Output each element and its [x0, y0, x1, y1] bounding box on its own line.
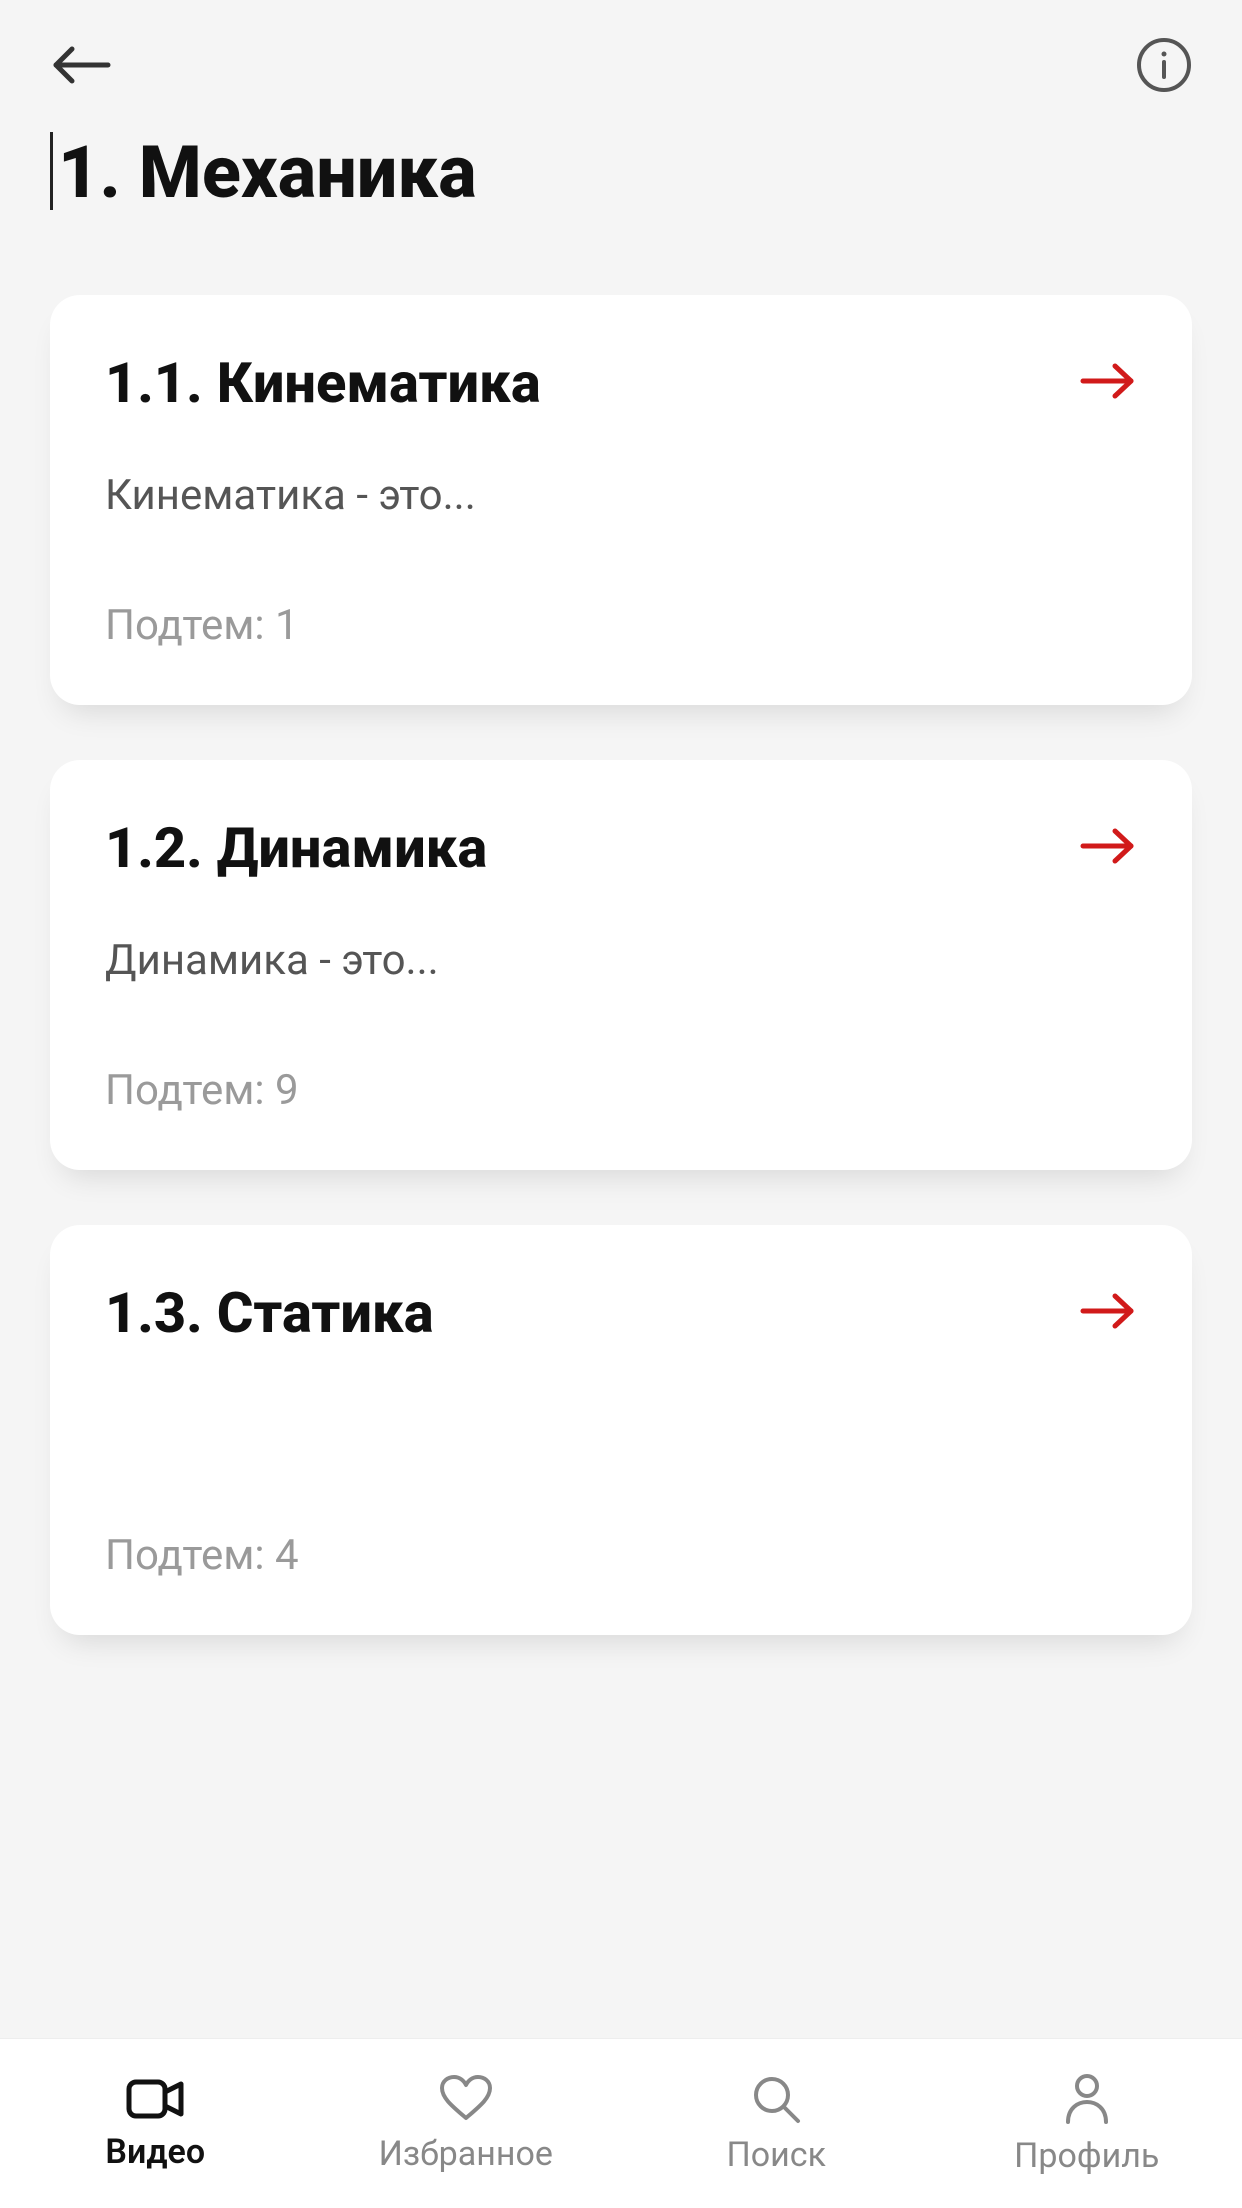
heart-icon — [438, 2074, 494, 2124]
nav-video[interactable]: Видео — [0, 2076, 311, 2172]
arrow-right-icon — [1079, 827, 1137, 869]
search-icon — [750, 2073, 802, 2125]
back-button[interactable] — [50, 30, 120, 100]
arrow-left-icon — [50, 45, 114, 85]
info-icon — [1136, 37, 1192, 93]
topic-subcount: Подтем: 4 — [105, 1531, 1137, 1580]
topic-card-kinematics[interactable]: 1.1. Кинематика Кинематика - это... Подт… — [50, 295, 1192, 705]
nav-search[interactable]: Поиск — [621, 2073, 932, 2175]
topic-description — [105, 1401, 1137, 1451]
nav-favorites-label: Избранное — [379, 2134, 553, 2174]
topic-title: 1.1. Кинематика — [105, 350, 541, 416]
video-icon — [125, 2076, 185, 2122]
topic-description: Динамика - это... — [105, 936, 1137, 986]
topic-subcount: Подтем: 9 — [105, 1066, 1137, 1115]
topic-title: 1.2. Динамика — [105, 815, 487, 881]
nav-profile[interactable]: Профиль — [932, 2072, 1242, 2176]
topic-description: Кинематика - это... — [105, 471, 1137, 521]
topic-subcount: Подтем: 1 — [105, 601, 1137, 650]
person-icon — [1062, 2072, 1112, 2126]
topic-list: 1.1. Кинематика Кинематика - это... Подт… — [0, 275, 1242, 2038]
arrow-right-icon — [1079, 1292, 1137, 1334]
topic-title: 1.3. Статика — [105, 1280, 434, 1346]
nav-profile-label: Профиль — [1014, 2136, 1159, 2176]
nav-video-label: Видео — [105, 2132, 205, 2172]
page-title: 1. Механика — [50, 130, 1192, 215]
nav-favorites[interactable]: Избранное — [311, 2074, 622, 2174]
bottom-nav: Видео Избранное Поиск Профиль — [0, 2038, 1242, 2208]
arrow-right-icon — [1079, 362, 1137, 404]
info-button[interactable] — [1122, 30, 1192, 100]
topic-card-dynamics[interactable]: 1.2. Динамика Динамика - это... Подтем: … — [50, 760, 1192, 1170]
topic-card-statics[interactable]: 1.3. Статика Подтем: 4 — [50, 1225, 1192, 1635]
nav-search-label: Поиск — [727, 2135, 826, 2175]
